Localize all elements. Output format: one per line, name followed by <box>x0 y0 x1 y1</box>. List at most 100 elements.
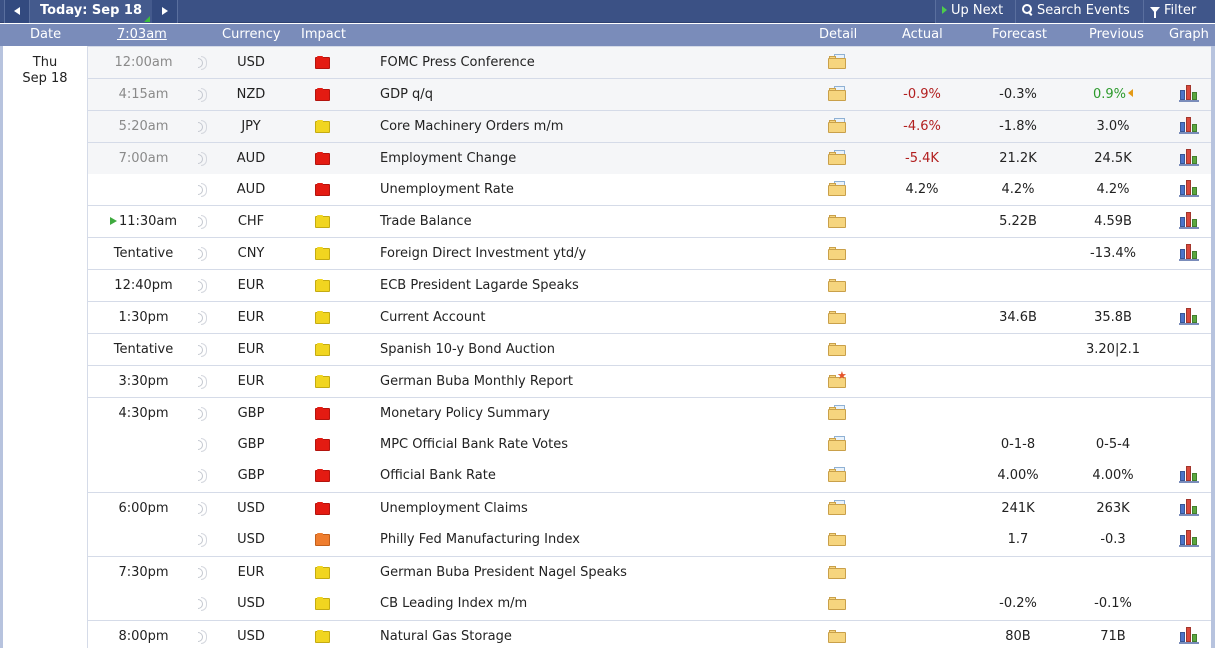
table-row[interactable]: 12:40pm EUR ECB President Lagarde Speaks <box>88 269 1211 301</box>
impact-high-icon[interactable] <box>315 502 330 519</box>
bar-chart-icon[interactable] <box>1179 84 1199 106</box>
folder-icon[interactable] <box>828 531 846 550</box>
sound-icon[interactable] <box>198 375 207 391</box>
event-title[interactable]: MPC Official Bank Rate Votes <box>380 437 568 452</box>
impact-medium-icon[interactable] <box>315 375 330 392</box>
folder-icon[interactable] <box>828 277 846 296</box>
impact-medium-icon[interactable] <box>315 630 330 647</box>
bar-chart-icon[interactable] <box>1179 116 1199 138</box>
table-row[interactable]: GBP Official Bank Rate 4.00% 4.00% <box>88 460 1211 492</box>
impact-high-icon[interactable] <box>315 407 330 424</box>
impact-medium-icon[interactable] <box>315 597 330 614</box>
table-row[interactable]: 12:00am USD FOMC Press Conference <box>88 46 1211 78</box>
sound-icon[interactable] <box>198 630 207 646</box>
folder-doc-icon[interactable] <box>828 54 846 73</box>
table-row[interactable]: USD CB Leading Index m/m -0.2% -0.1% <box>88 588 1211 620</box>
impact-medium-high-icon[interactable] <box>315 533 330 550</box>
sound-icon[interactable] <box>198 152 207 168</box>
revised-value-icon[interactable] <box>1128 89 1134 97</box>
event-title[interactable]: GDP q/q <box>380 87 433 102</box>
up-next-button[interactable]: Up Next <box>935 0 1015 23</box>
folder-icon[interactable] <box>828 245 846 264</box>
folder-doc-icon[interactable] <box>828 436 846 455</box>
impact-medium-icon[interactable] <box>315 343 330 360</box>
event-title[interactable]: Natural Gas Storage <box>380 629 512 644</box>
sound-icon[interactable] <box>198 183 207 199</box>
folder-icon[interactable] <box>828 213 846 232</box>
folder-star-icon[interactable]: ★ <box>828 370 847 392</box>
table-row[interactable]: 11:30am CHF Trade Balance 5.22B 4.59B <box>88 205 1211 237</box>
event-title[interactable]: FOMC Press Conference <box>380 55 535 70</box>
folder-doc-icon[interactable] <box>828 150 846 169</box>
table-row[interactable]: 8:00pm USD Natural Gas Storage 80B 71B <box>88 620 1211 648</box>
table-row[interactable]: USD Philly Fed Manufacturing Index 1.7 -0.3 <box>88 524 1211 556</box>
folder-doc-icon[interactable] <box>828 500 846 519</box>
event-title[interactable]: Monetary Policy Summary <box>380 406 550 421</box>
table-row[interactable]: 6:00pm USD Unemployment Claims 241K 263K <box>88 492 1211 524</box>
table-row[interactable]: AUD Unemployment Rate 4.2% 4.2% 4.2% <box>88 174 1211 206</box>
event-title[interactable]: Unemployment Claims <box>380 501 528 516</box>
impact-medium-icon[interactable] <box>315 120 330 137</box>
table-row[interactable]: 5:20am JPY Core Machinery Orders m/m -4.6% -… <box>88 110 1211 142</box>
search-events-button[interactable]: Search Events <box>1015 0 1143 23</box>
impact-high-icon[interactable] <box>315 183 330 200</box>
bar-chart-icon[interactable] <box>1179 626 1199 648</box>
folder-icon[interactable] <box>828 309 846 328</box>
impact-high-icon[interactable] <box>315 469 330 486</box>
sound-icon[interactable] <box>198 56 207 72</box>
event-title[interactable]: Trade Balance <box>380 214 472 229</box>
folder-doc-icon[interactable] <box>828 467 846 486</box>
sound-icon[interactable] <box>198 469 207 485</box>
folder-doc-icon[interactable] <box>828 86 846 105</box>
impact-medium-icon[interactable] <box>315 247 330 264</box>
sound-icon[interactable] <box>198 597 207 613</box>
table-row[interactable]: 1:30pm EUR Current Account 34.6B 35.8B <box>88 301 1211 333</box>
event-title[interactable]: Philly Fed Manufacturing Index <box>380 532 580 547</box>
impact-medium-icon[interactable] <box>315 215 330 232</box>
table-row[interactable]: 7:30pm EUR German Buba President Nagel Spe… <box>88 556 1211 588</box>
bar-chart-icon[interactable] <box>1179 465 1199 487</box>
sound-icon[interactable] <box>198 311 207 327</box>
impact-high-icon[interactable] <box>315 56 330 73</box>
bar-chart-icon[interactable] <box>1179 498 1199 520</box>
event-title[interactable]: Unemployment Rate <box>380 182 514 197</box>
bar-chart-icon[interactable] <box>1179 243 1199 265</box>
sound-icon[interactable] <box>198 88 207 104</box>
folder-doc-icon[interactable] <box>828 181 846 200</box>
today-date-button[interactable]: Today: Sep 18 <box>30 0 152 23</box>
event-title[interactable]: CB Leading Index m/m <box>380 596 527 611</box>
sound-icon[interactable] <box>198 438 207 454</box>
event-title[interactable]: Core Machinery Orders m/m <box>380 119 563 134</box>
event-title[interactable]: Official Bank Rate <box>380 468 496 483</box>
folder-doc-icon[interactable] <box>828 405 846 424</box>
impact-medium-icon[interactable] <box>315 566 330 583</box>
folder-icon[interactable] <box>828 564 846 583</box>
impact-high-icon[interactable] <box>315 152 330 169</box>
sound-icon[interactable] <box>198 247 207 263</box>
impact-high-icon[interactable] <box>315 88 330 105</box>
event-title[interactable]: ECB President Lagarde Speaks <box>380 278 579 293</box>
sound-icon[interactable] <box>198 343 207 359</box>
impact-medium-icon[interactable] <box>315 279 330 296</box>
bar-chart-icon[interactable] <box>1179 211 1199 233</box>
table-row[interactable]: 4:15am NZD GDP q/q -0.9% -0.3% 0.9% <box>88 78 1211 110</box>
sound-icon[interactable] <box>198 407 207 423</box>
impact-high-icon[interactable] <box>315 438 330 455</box>
header-current-time[interactable]: 7:03am <box>117 27 167 42</box>
sound-icon[interactable] <box>198 566 207 582</box>
event-title[interactable]: German Buba President Nagel Speaks <box>380 565 627 580</box>
sound-icon[interactable] <box>198 215 207 231</box>
filter-button[interactable]: Filter <box>1143 0 1215 23</box>
impact-medium-icon[interactable] <box>315 311 330 328</box>
table-row[interactable]: 3:30pm EUR German Buba Monthly Report ★ <box>88 365 1211 397</box>
bar-chart-icon[interactable] <box>1179 148 1199 170</box>
table-row[interactable]: 7:00am AUD Employment Change -5.4K 21.2K 24.5… <box>88 142 1211 174</box>
event-title[interactable]: Current Account <box>380 310 485 325</box>
sound-icon[interactable] <box>198 120 207 136</box>
event-title[interactable]: Spanish 10-y Bond Auction <box>380 342 555 357</box>
table-row[interactable]: 4:30pm GBP Monetary Policy Summary <box>88 397 1211 429</box>
folder-icon[interactable] <box>828 595 846 614</box>
folder-icon[interactable] <box>828 341 846 360</box>
bar-chart-icon[interactable] <box>1179 307 1199 329</box>
bar-chart-icon[interactable] <box>1179 529 1199 551</box>
